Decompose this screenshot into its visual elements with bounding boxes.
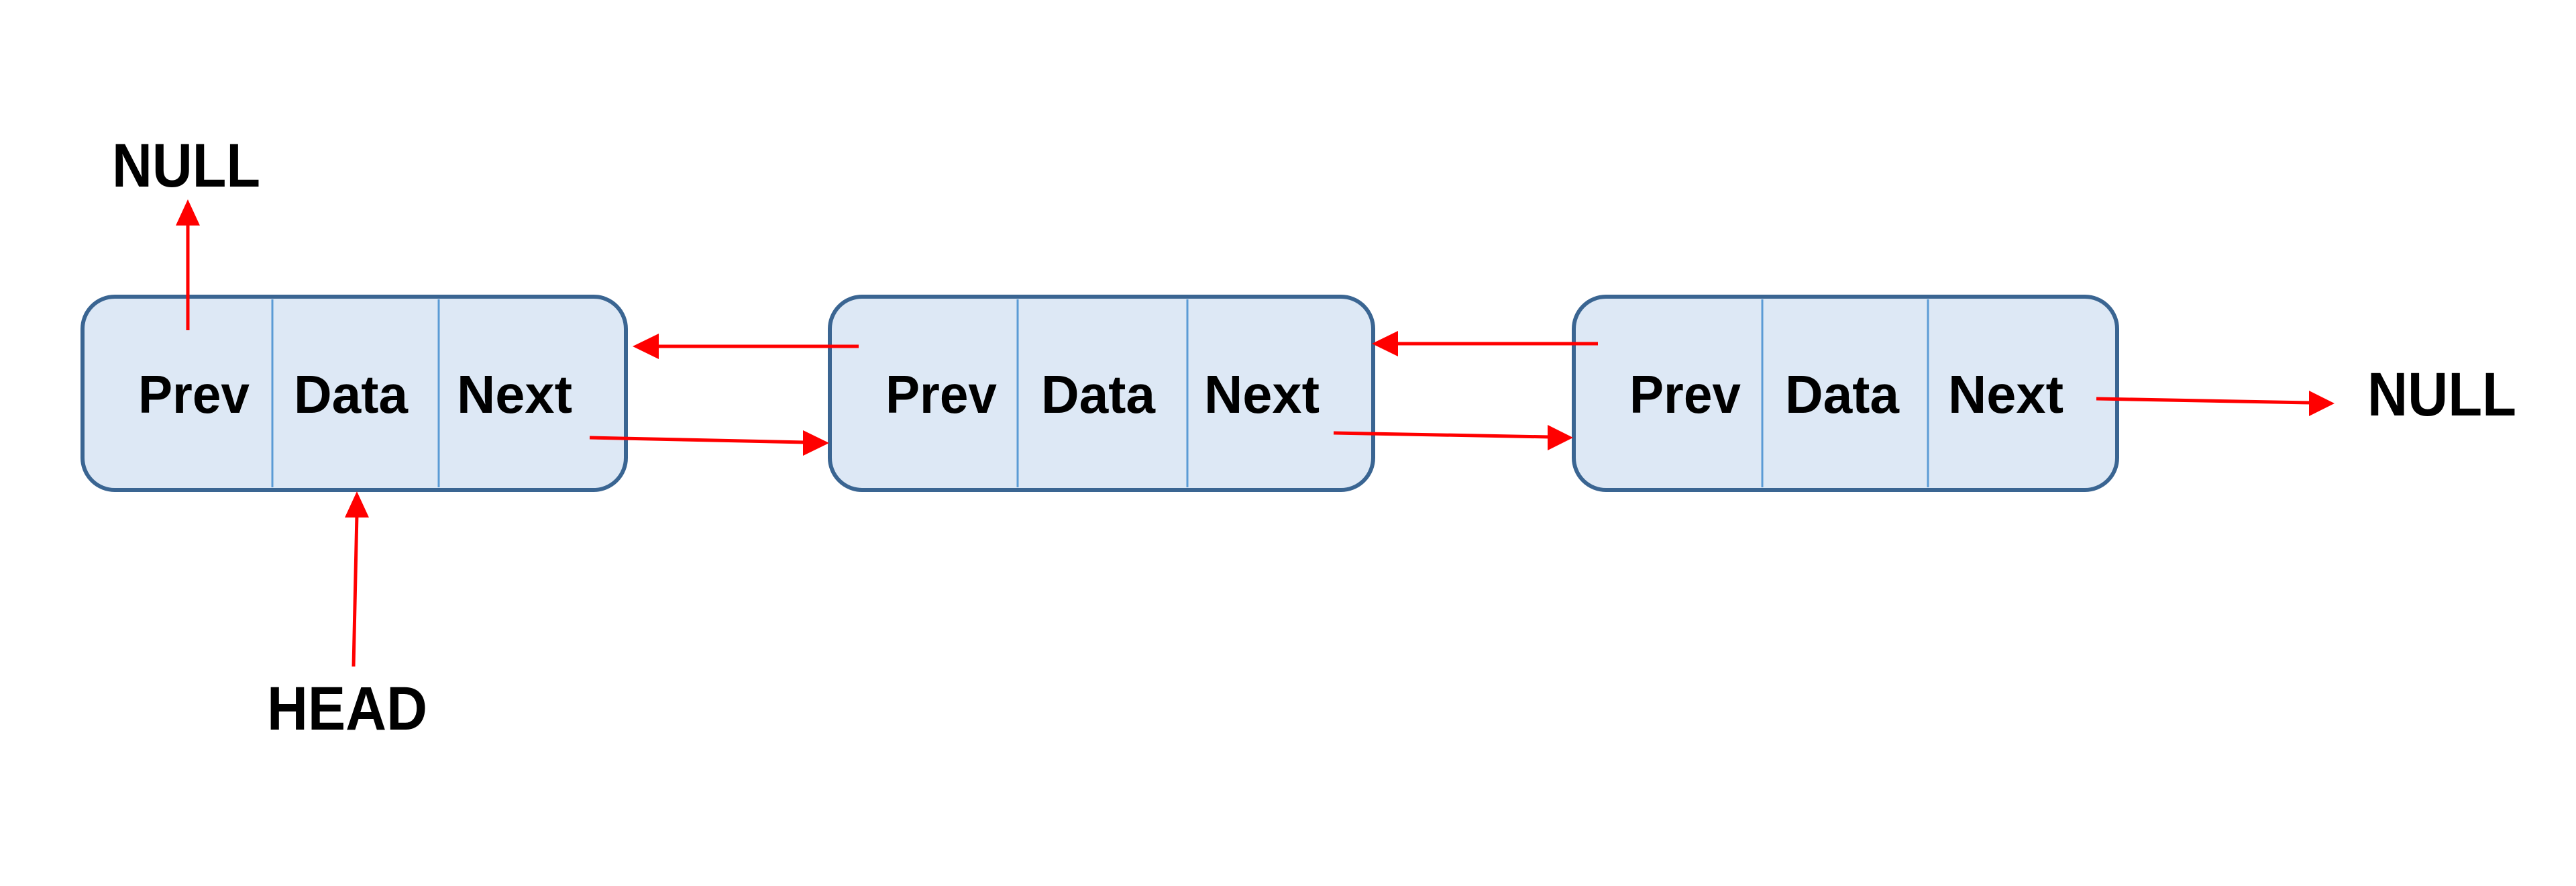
node-1: Prev Data Next <box>80 295 628 492</box>
field-next: Next <box>457 364 572 424</box>
field-prev: Prev <box>1629 364 1741 424</box>
field-data: Data <box>1785 364 1899 424</box>
head-label: HEAD <box>267 675 427 743</box>
field-next: Next <box>1204 364 1320 424</box>
field-data: Data <box>1041 364 1155 424</box>
node-3: Prev Data Next <box>1572 295 2119 492</box>
field-data: Data <box>294 364 408 424</box>
field-prev: Prev <box>138 364 250 424</box>
field-next: Next <box>1948 364 2063 424</box>
node-2: Prev Data Next <box>828 295 1375 492</box>
null-label-top: NULL <box>112 132 260 200</box>
doubly-linked-list-diagram: Prev Data Next Prev Data Next Prev Data … <box>0 0 2576 886</box>
field-prev: Prev <box>885 364 997 424</box>
null-label-right: NULL <box>2367 360 2516 429</box>
